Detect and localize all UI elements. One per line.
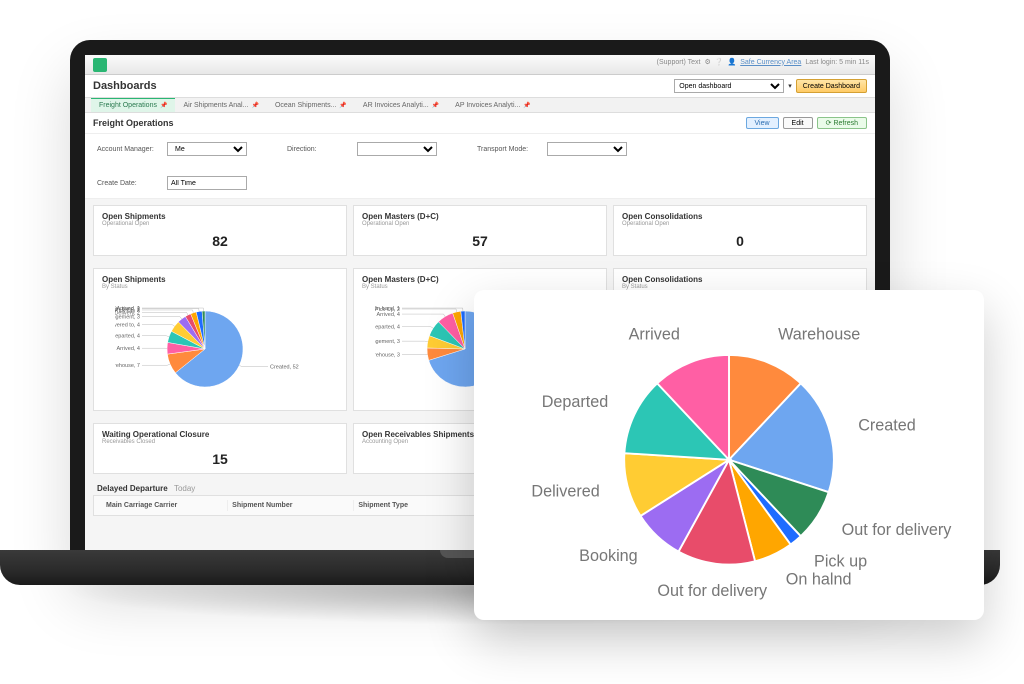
- kpi-card-open-consolidations: Open Consolidations Operational Open 0: [613, 205, 867, 256]
- card-title: Open Consolidations: [622, 275, 858, 284]
- th-carrier[interactable]: Main Carriage Carrier: [102, 500, 228, 511]
- titlebar: (Support) Text ⚙ ❔ 👤 Safe Currency Area …: [85, 55, 875, 75]
- svg-text:Created, 52: Created, 52: [270, 365, 299, 371]
- dashboard-subtitle: Freight Operations: [93, 118, 174, 128]
- svg-text:Delivered: Delivered: [531, 483, 599, 501]
- switch-currency-link[interactable]: Safe Currency Area: [740, 59, 801, 66]
- kpi-value: 15: [102, 451, 338, 467]
- svg-text:Warehouse: Warehouse: [778, 326, 860, 344]
- kpi-title: Open Masters (D+C): [362, 212, 598, 221]
- pin-icon[interactable]: 📌: [523, 102, 530, 109]
- chart-card-open-shipments-status: Open Shipments By Status Created, 52 Ware…: [93, 268, 347, 411]
- pin-icon[interactable]: 📌: [160, 102, 167, 109]
- create-dashboard-button[interactable]: Create Dashboard: [796, 79, 867, 93]
- svg-text:Departed, 4: Departed, 4: [115, 334, 140, 340]
- pin-icon[interactable]: 📌: [339, 102, 346, 109]
- th-shipment-number[interactable]: Shipment Number: [228, 500, 354, 511]
- tab-air-shipments[interactable]: Air Shipments Anal...📌: [175, 98, 266, 112]
- svg-text:Booking: Booking: [579, 547, 638, 565]
- pin-icon[interactable]: 📌: [251, 102, 258, 109]
- app-logo-icon: [93, 58, 107, 72]
- tab-freight-operations[interactable]: Freight Operations📌: [91, 98, 175, 112]
- refresh-icon: ⟳: [826, 120, 832, 127]
- overlay-pie-card: WarehouseCreatedOut for deliveryPick upO…: [474, 290, 984, 620]
- svg-text:Out for delivery: Out for delivery: [842, 521, 953, 539]
- create-date-label: Create Date:: [97, 180, 157, 187]
- account-manager-label: Account Manager:: [97, 146, 157, 153]
- tab-ap-invoices[interactable]: AP Invoices Analyti...📌: [447, 98, 539, 112]
- card-title: Open Shipments: [102, 275, 338, 284]
- svg-text:Out for delivery: Out for delivery: [657, 582, 768, 600]
- kpi-value: 57: [362, 233, 598, 249]
- transport-mode-select[interactable]: [547, 142, 627, 156]
- kpi-sub: Operational Open: [362, 221, 598, 227]
- direction-label: Direction:: [287, 146, 347, 153]
- gear-icon[interactable]: ⚙: [705, 58, 711, 66]
- svg-text:Pick up: Pick up: [814, 552, 867, 570]
- kpi-card-open-shipments: Open Shipments Operational Open 82: [93, 205, 347, 256]
- card-title: Open Masters (D+C): [362, 275, 598, 284]
- kpi-title: Open Consolidations: [622, 212, 858, 221]
- kpi-sub: Receivables Closed: [102, 439, 338, 445]
- pin-icon[interactable]: 📌: [432, 102, 439, 109]
- view-button[interactable]: View: [746, 117, 779, 129]
- edit-button[interactable]: Edit: [783, 117, 813, 129]
- open-dashboard-select[interactable]: Open dashboard: [674, 79, 784, 93]
- kpi-card-open-masters: Open Masters (D+C) Operational Open 57: [353, 205, 607, 256]
- pie-chart-shipments: Created, 52 Warehouse, 7 Arrived, 4 Departe…: [115, 294, 325, 404]
- direction-select[interactable]: [357, 142, 437, 156]
- svg-text:Arrived: Arrived: [629, 326, 680, 344]
- page-title: Dashboards: [93, 80, 157, 92]
- tab-ocean-shipments[interactable]: Ocean Shipments...📌: [267, 98, 355, 112]
- pie-chart-overview: WarehouseCreatedOut for deliveryPick upO…: [486, 302, 972, 608]
- kpi-title: Waiting Operational Closure: [102, 430, 338, 439]
- kpi-sub: Operational Open: [102, 221, 338, 227]
- table-title-sub: Today: [174, 484, 195, 493]
- svg-text:Warehouse, 7: Warehouse, 7: [115, 363, 140, 369]
- support-text: (Support) Text: [657, 59, 701, 66]
- help-icon[interactable]: ❔: [715, 58, 724, 66]
- kpi-card-waiting-closure: Waiting Operational Closure Receivables …: [93, 423, 347, 474]
- svg-text:Arrived, 4: Arrived, 4: [116, 346, 140, 352]
- refresh-button[interactable]: ⟳Refresh: [817, 117, 867, 129]
- svg-text:Booking arrangement, 3: Booking arrangement, 3: [375, 339, 400, 345]
- chevron-down-icon: ▾: [788, 82, 792, 90]
- table-title: Delayed Departure: [97, 484, 168, 493]
- kpi-value: 0: [622, 233, 858, 249]
- svg-text:Departed, 4: Departed, 4: [375, 325, 400, 331]
- svg-text:Departed: Departed: [542, 393, 609, 411]
- kpi-sub: Operational Open: [622, 221, 858, 227]
- svg-text:Warehouse, 3: Warehouse, 3: [375, 353, 400, 359]
- user-icon[interactable]: 👤: [728, 58, 737, 66]
- dashboard-tabs: Freight Operations📌 Air Shipments Anal..…: [85, 98, 875, 113]
- transport-mode-label: Transport Mode:: [477, 146, 537, 153]
- svg-text:delivered to, 4: delivered to, 4: [115, 323, 140, 329]
- create-date-input[interactable]: [167, 176, 247, 190]
- account-manager-select[interactable]: Me: [167, 142, 247, 156]
- card-sub: By Status: [102, 284, 338, 290]
- kpi-value: 82: [102, 233, 338, 249]
- tab-ar-invoices[interactable]: AR Invoices Analyti...📌: [355, 98, 447, 112]
- th-shipment-type[interactable]: Shipment Type: [354, 500, 480, 511]
- svg-text:Created: Created: [858, 416, 916, 434]
- last-login-text: Last login: 5 min 11s: [805, 59, 869, 66]
- svg-text:On hand, 1: On hand, 1: [375, 306, 400, 312]
- kpi-title: Open Shipments: [102, 212, 338, 221]
- svg-text:On halnd: On halnd: [786, 570, 852, 588]
- svg-text:Arrived, 1: Arrived, 1: [116, 306, 140, 312]
